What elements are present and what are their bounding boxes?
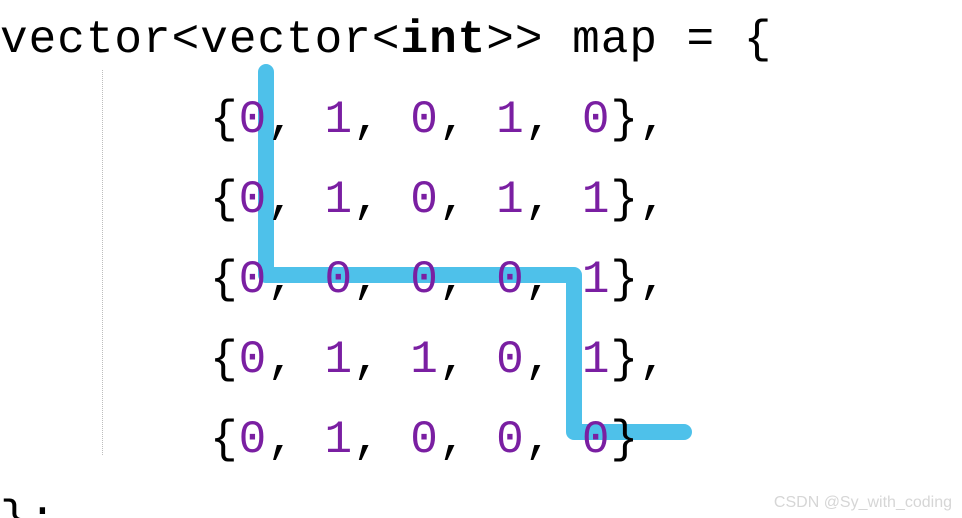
assign-open-brace: = { (658, 14, 772, 66)
row-separator: , (639, 94, 668, 146)
value-separator: , (525, 414, 582, 466)
value-separator: , (439, 334, 496, 386)
value-separator: , (353, 334, 410, 386)
matrix-value: 0 (410, 94, 439, 146)
matrix-value: 0 (410, 254, 439, 306)
matrix-value: 0 (324, 254, 353, 306)
value-separator: , (267, 94, 324, 146)
value-separator: , (439, 254, 496, 306)
matrix-value: 0 (239, 334, 268, 386)
matrix-value: 0 (239, 254, 268, 306)
matrix-value: 0 (410, 414, 439, 466)
value-separator: , (439, 174, 496, 226)
row-open-brace: { (210, 94, 239, 146)
row-close-brace: } (611, 94, 640, 146)
row-open-brace: { (210, 174, 239, 226)
declaration-line: vector<vector<int>> map = { (0, 0, 772, 80)
value-separator: , (525, 174, 582, 226)
row-close-brace: } (611, 414, 640, 466)
type-token: vector<vector< (0, 14, 400, 66)
row-close-brace: } (611, 174, 640, 226)
value-separator: , (525, 94, 582, 146)
matrix-value: 1 (324, 414, 353, 466)
matrix-value: 0 (582, 94, 611, 146)
matrix-value: 1 (496, 94, 525, 146)
matrix-value: 0 (410, 174, 439, 226)
value-separator: , (267, 174, 324, 226)
row-close-brace: } (611, 254, 640, 306)
matrix-value: 1 (582, 334, 611, 386)
value-separator: , (353, 414, 410, 466)
value-separator: , (353, 174, 410, 226)
row-separator: , (639, 254, 668, 306)
row-close-brace: } (611, 334, 640, 386)
matrix-value: 1 (582, 254, 611, 306)
row-open-brace: { (210, 254, 239, 306)
closing-brace-semicolon: }; (0, 494, 57, 518)
matrix-value: 0 (239, 94, 268, 146)
code-block: vector<vector<int>> map = { {0, 1, 0, 1,… (0, 0, 772, 518)
value-separator: , (353, 94, 410, 146)
value-separator: , (439, 414, 496, 466)
matrix-value: 1 (324, 174, 353, 226)
matrix-value: 0 (239, 174, 268, 226)
matrix-value: 0 (496, 334, 525, 386)
value-separator: , (267, 334, 324, 386)
value-separator: , (525, 334, 582, 386)
matrix-value: 0 (496, 254, 525, 306)
matrix-row: {0, 1, 0, 1, 1}, (0, 160, 772, 240)
matrix-row: {0, 1, 1, 0, 1}, (0, 320, 772, 400)
variable-name: map (572, 14, 658, 66)
matrix-value: 1 (496, 174, 525, 226)
row-separator: , (639, 174, 668, 226)
matrix-row: {0, 1, 0, 0, 0} (0, 400, 772, 480)
keyword-int: int (400, 14, 486, 66)
end-line: }; (0, 480, 772, 518)
matrix-row: {0, 1, 0, 1, 0}, (0, 80, 772, 160)
matrix-value: 1 (324, 94, 353, 146)
matrix-value: 0 (496, 414, 525, 466)
matrix-value: 0 (582, 414, 611, 466)
matrix-value: 1 (324, 334, 353, 386)
matrix-value: 1 (410, 334, 439, 386)
row-separator: , (639, 334, 668, 386)
type-close-token: >> (486, 14, 572, 66)
watermark-text: CSDN @Sy_with_coding (774, 494, 952, 512)
value-separator: , (353, 254, 410, 306)
matrix-value: 1 (582, 174, 611, 226)
matrix-row: {0, 0, 0, 0, 1}, (0, 240, 772, 320)
value-separator: , (525, 254, 582, 306)
value-separator: , (267, 414, 324, 466)
row-open-brace: { (210, 414, 239, 466)
value-separator: , (267, 254, 324, 306)
row-open-brace: { (210, 334, 239, 386)
value-separator: , (439, 94, 496, 146)
matrix-value: 0 (239, 414, 268, 466)
